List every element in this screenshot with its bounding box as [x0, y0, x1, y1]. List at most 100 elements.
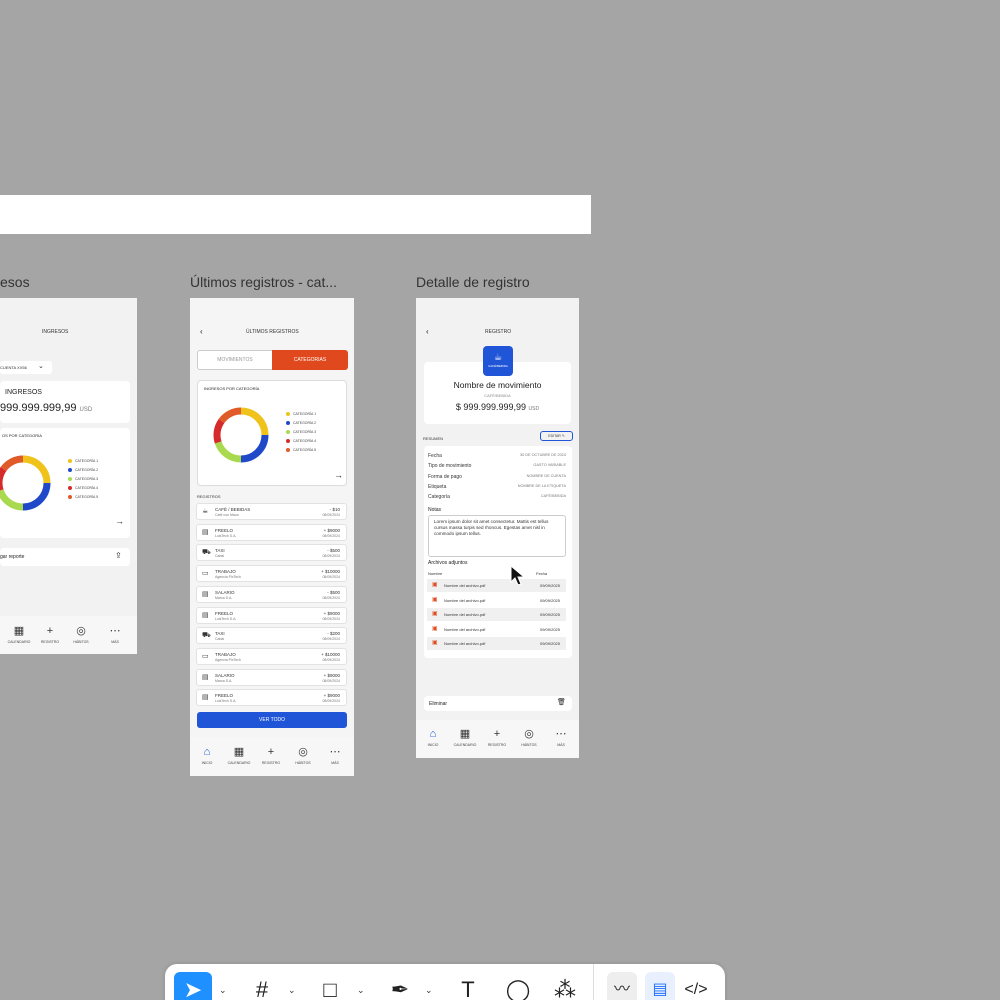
- mouse-cursor-icon: [510, 565, 526, 586]
- pdf-file-icon: ▣: [432, 611, 438, 617]
- calendar-icon: ▦: [13, 625, 25, 637]
- record-amount: - $500: [327, 589, 340, 595]
- nav-habits[interactable]: ◎ HÁBITOS: [66, 625, 96, 644]
- nav-item[interactable]: + REGISTRO: [482, 728, 512, 747]
- record-amount: + $10000: [321, 651, 340, 657]
- record-subtitle: Agencia PixTech: [215, 657, 241, 662]
- file-row[interactable]: ▣ Nombre del archivo.pdf 09/09/2025: [427, 637, 566, 650]
- record-amount: - $10: [329, 507, 340, 512]
- code-icon: </>: [684, 981, 708, 998]
- frame-title-ultimos[interactable]: Últimos registros - cat...: [190, 274, 337, 290]
- comment-tool-button[interactable]: ◯: [503, 972, 533, 1000]
- arrow-right-icon[interactable]: →: [115, 516, 124, 526]
- plus-icon: +: [267, 746, 275, 758]
- back-icon[interactable]: ‹: [426, 327, 429, 336]
- record-row[interactable]: ▭ TRABAJO Agencia PixTech + $10000 08/09/202…: [196, 565, 347, 583]
- record-row[interactable]: ☕ CAFÉ / BEBIDAS Café con Maca - $10 08/09/2…: [196, 503, 347, 520]
- chevron-down-icon[interactable]: ⌄: [425, 972, 433, 1000]
- export-row[interactable]: gar reporte ⇪: [0, 548, 130, 566]
- file-name: Nombre del archivo.pdf: [444, 583, 486, 588]
- file-row[interactable]: ▣ Nombre del archivo.pdf 09/09/2025: [427, 579, 566, 592]
- detail-row: Etiqueta NOMBRE DE LA ETIQUETA: [428, 484, 566, 493]
- nav-more[interactable]: ⋯ MÁS: [100, 625, 130, 644]
- record-amount: - $200: [327, 631, 340, 637]
- nav-item[interactable]: + REGISTRO: [256, 746, 286, 765]
- nav-item[interactable]: ◎ HÁBITOS: [514, 728, 544, 747]
- frame-title-detalle[interactable]: Detalle de registro: [416, 274, 530, 290]
- section-title: REGISTROS: [197, 494, 221, 499]
- chart-title: OS POR CATEGORIA: [2, 433, 42, 438]
- target-icon: ◎: [76, 625, 86, 637]
- legend-swatch: [286, 430, 290, 435]
- record-row[interactable]: ▤ FREELO LuisTech S.A. + $9000 08/09/2024: [196, 689, 347, 707]
- record-name: FREELO: [215, 693, 234, 699]
- delete-row[interactable]: Eliminar 🗑: [424, 696, 572, 711]
- record-row[interactable]: ⛟ TAXI Cabai - $200 08/09/2024: [196, 627, 347, 645]
- frame-tool-button[interactable]: #: [247, 972, 277, 1000]
- file-row[interactable]: ▣ Nombre del archivo.pdf 09/09/2025: [427, 594, 566, 607]
- detail-label: Fecha: [428, 453, 442, 459]
- detail-row: Fecha 30 DE OCTUBRE DE 2024: [428, 453, 566, 462]
- record-date: 08/09/2024: [322, 575, 340, 580]
- nav-item[interactable]: ▦ CALENDARIO: [450, 728, 480, 747]
- frame-detalle-registro[interactable]: ‹ REGISTRO ☕ CAFÉ/BEBIDA Nombre de movim…: [416, 298, 579, 758]
- upload-icon: ⇪: [115, 551, 122, 560]
- frame-ingresos[interactable]: INGRESOS CUENTA XX56 ⌄ INGRESOS 999.999.…: [0, 298, 137, 654]
- record-row[interactable]: ▤ SALARIO Marca S.A. + $9000 08/09/2024: [196, 668, 347, 686]
- pen-tool-button[interactable]: ✒: [385, 972, 415, 1000]
- nav-item[interactable]: ⋯ MÁS: [320, 746, 350, 765]
- record-row[interactable]: ▤ FREELO LuisTech S.A. + $9000 08/09/2024: [196, 523, 347, 541]
- tab-movimientos[interactable]: MOVIMIENTOS: [198, 351, 272, 369]
- text-tool-button[interactable]: T: [453, 972, 483, 1000]
- text-icon: T: [461, 977, 475, 1000]
- pdf-file-icon: ▣: [432, 596, 438, 603]
- chevron-down-icon[interactable]: ⌄: [288, 972, 296, 1000]
- legend-swatch: [68, 468, 72, 473]
- chevron-down-icon[interactable]: ⌄: [357, 972, 365, 1000]
- nav-item[interactable]: ⋯ MÁS: [546, 728, 576, 747]
- detail-label: Tipo de movimiento: [428, 463, 472, 470]
- nav-register[interactable]: + REGISTRO: [35, 625, 65, 644]
- nav-item[interactable]: ⌂ INICIO: [192, 746, 222, 765]
- nav-item[interactable]: ◎ HÁBITOS: [288, 746, 318, 765]
- detail-label: Forma de pago: [428, 473, 462, 480]
- record-amount: + $9000: [323, 610, 340, 616]
- dev-mode-button[interactable]: </>: [681, 972, 711, 1000]
- screen-header: ÚLTIMOS REGISTROS: [246, 329, 299, 335]
- account-select[interactable]: CUENTA XX56 ⌄: [0, 361, 52, 374]
- nav-item[interactable]: ⌂ INICIO: [418, 728, 448, 747]
- design-mode-button[interactable]: ▤: [645, 972, 675, 1000]
- donut-slice: [0, 489, 24, 511]
- nav-label: MÁS: [557, 743, 565, 747]
- nav-item[interactable]: ▦ CALENDARIO: [224, 746, 254, 765]
- edit-button[interactable]: EDITAR ✎: [540, 431, 573, 441]
- nav-label: MÁS: [331, 761, 339, 765]
- record-subtitle: Agencia PixTech: [215, 575, 241, 580]
- notes-textarea[interactable]: Lorem ipsum dolor sit amet consectetur. …: [428, 515, 566, 557]
- nav-label: HÁBITOS: [521, 743, 537, 747]
- nav-calendar[interactable]: ▦ CALENDARIO: [4, 625, 34, 644]
- record-date: 08/09/2024: [322, 657, 340, 662]
- chevron-down-icon[interactable]: ⌄: [219, 972, 227, 1000]
- assets-tool-button[interactable]: ⁂: [550, 972, 580, 1000]
- see-all-button[interactable]: VER TODO: [197, 712, 347, 728]
- frame-ultimos-registros[interactable]: ‹ ÚLTIMOS REGISTROS MOVIMIENTOS CATEGORI…: [190, 298, 354, 776]
- arrow-right-icon[interactable]: →: [334, 470, 343, 480]
- draw-mode-button[interactable]: 〰: [607, 972, 637, 1000]
- back-icon[interactable]: ‹: [200, 327, 203, 336]
- record-row[interactable]: ▭ TRABAJO Agencia PixTech + $10000 08/09/202…: [196, 647, 347, 665]
- record-name: FREELO: [215, 527, 234, 533]
- tab-categorias[interactable]: CATEGORIAS: [272, 350, 348, 370]
- chart-legend: CATEGORÍA 1 CATEGORÍA 2 CATEGORÍA 3 CATEGOR…: [286, 412, 316, 457]
- record-row[interactable]: ▤ FREELO LuisTech S.A. + $9000 08/09/2024: [196, 606, 347, 624]
- file-date: 09/09/2025: [539, 583, 560, 588]
- more-icon: ⋯: [555, 728, 567, 740]
- shape-tool-button[interactable]: □: [315, 972, 345, 1000]
- record-amount: + $9000: [323, 672, 340, 678]
- record-row[interactable]: ⛟ TAXI Cabai - $500 08/09/2024: [196, 544, 347, 562]
- record-row[interactable]: ▤ SALARIO Marca S.A. - $500 08/09/2024: [196, 585, 347, 603]
- move-tool-button[interactable]: ➤: [174, 972, 212, 1000]
- file-row[interactable]: ▣ Nombre del archivo.pdf 09/09/2025: [427, 608, 566, 621]
- frame-title-ingresos[interactable]: esos: [0, 274, 30, 290]
- file-row[interactable]: ▣ Nombre del archivo.pdf 09/09/2025: [427, 623, 566, 636]
